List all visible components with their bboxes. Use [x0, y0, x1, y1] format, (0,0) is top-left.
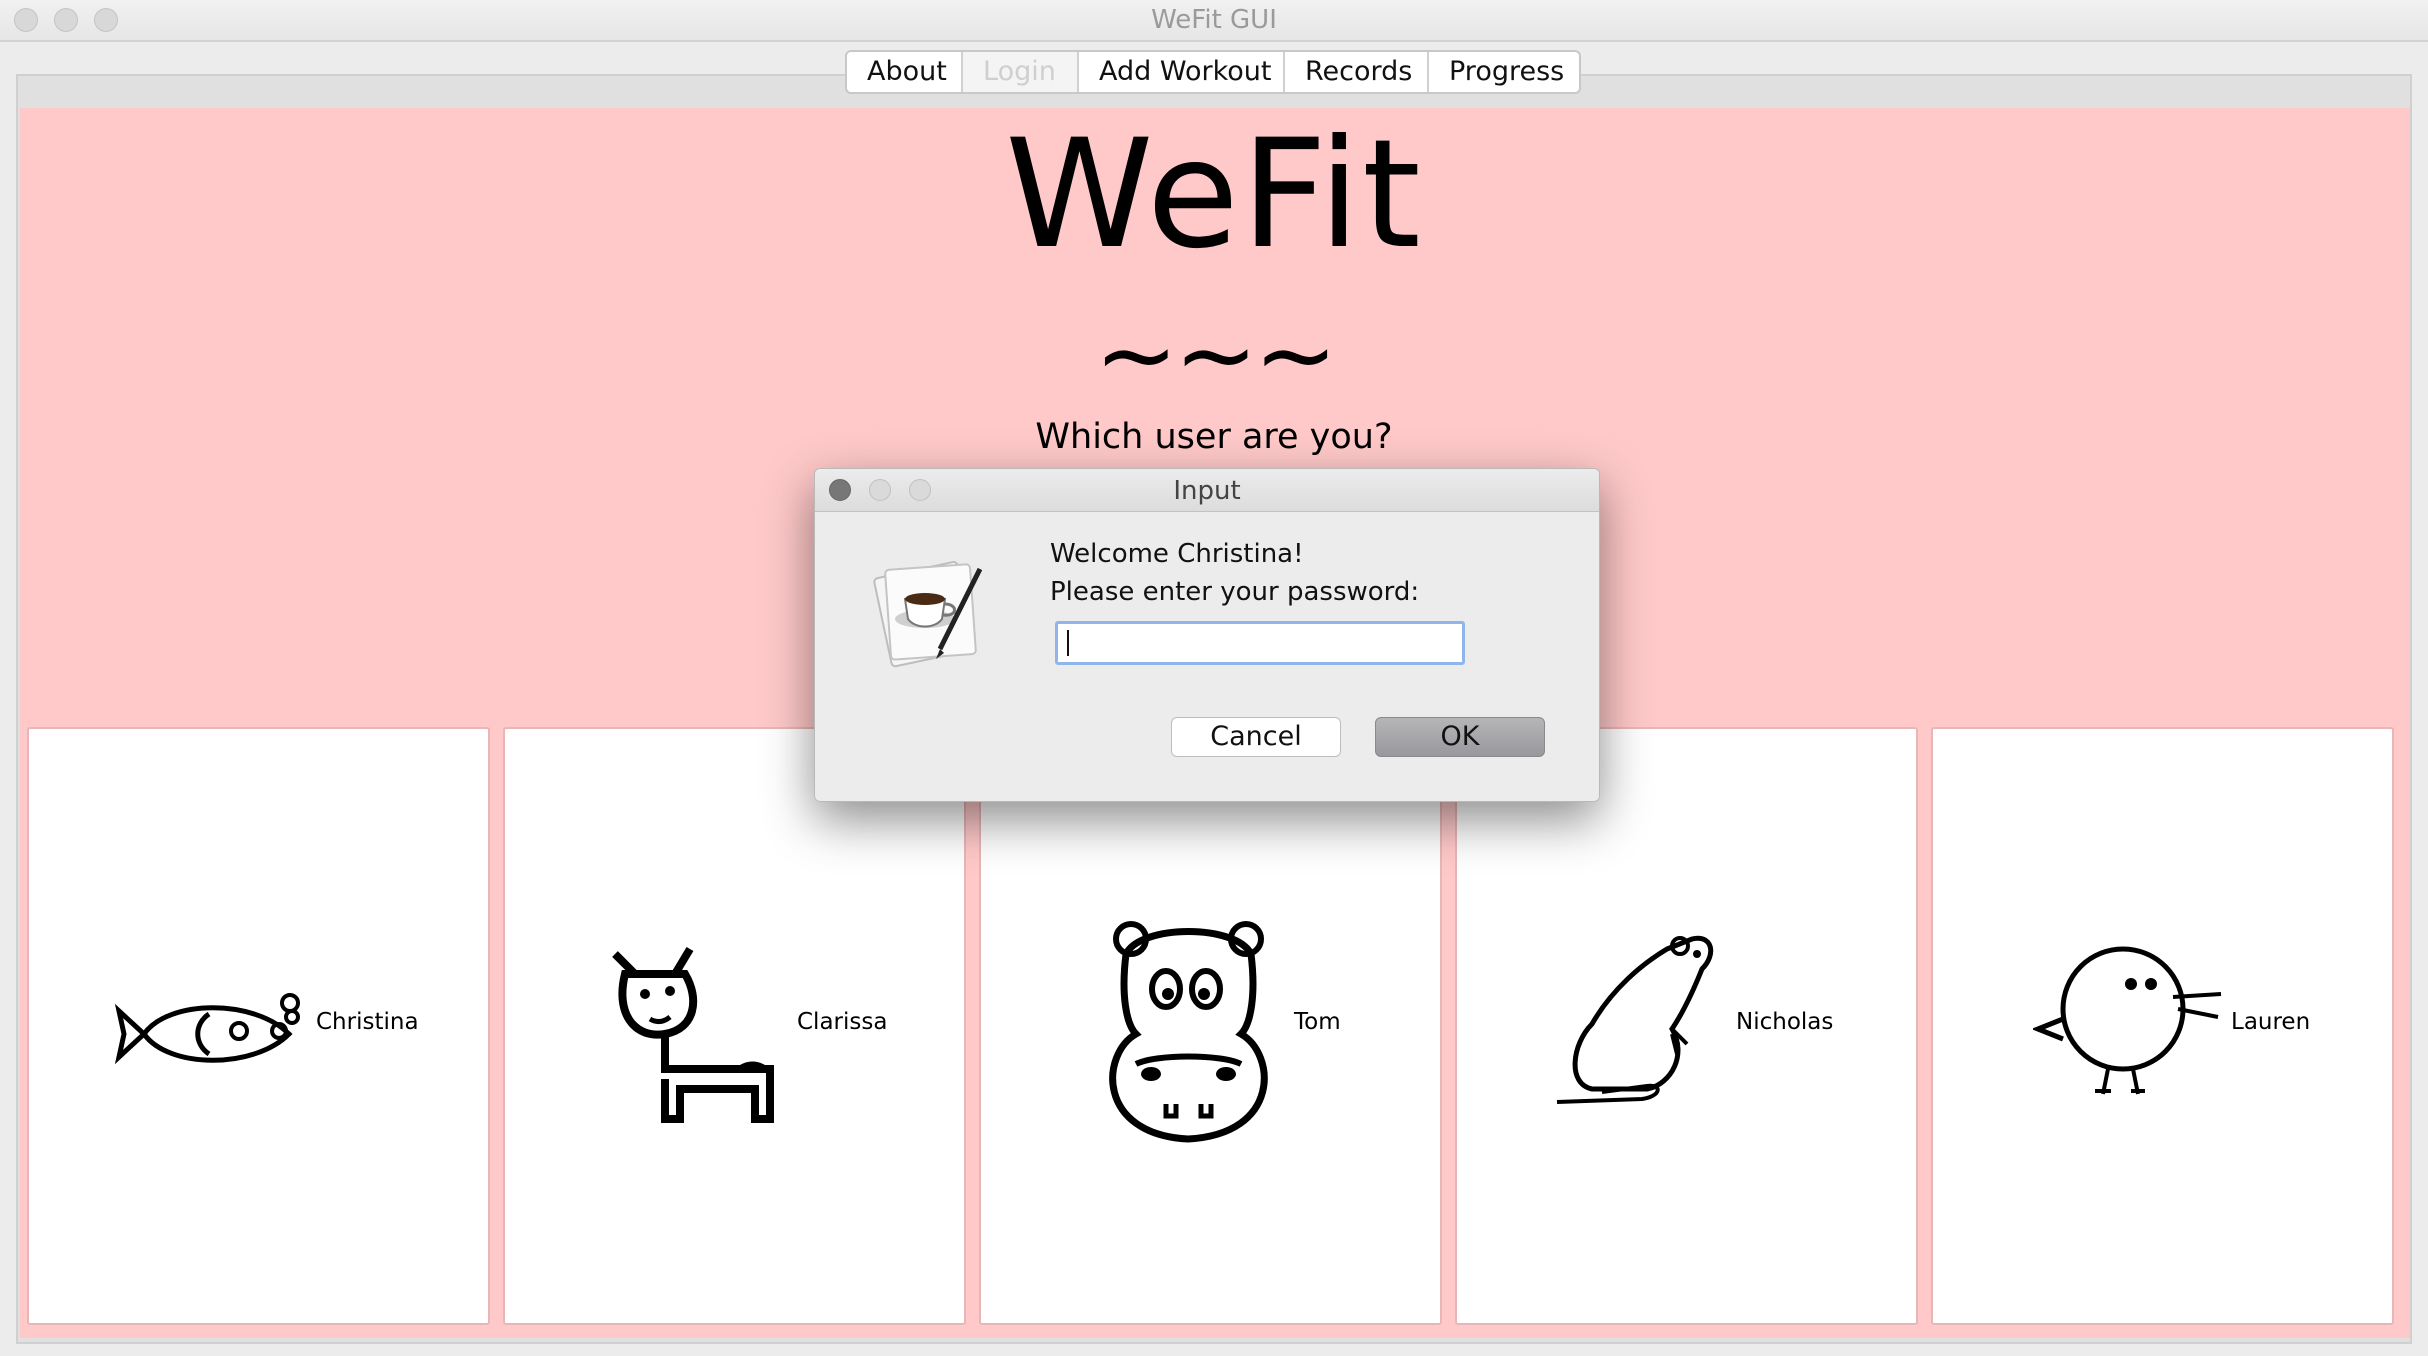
tab-bar: About Login Add Workout Records Progress — [845, 50, 1581, 94]
user-name-clarissa: Clarissa — [797, 1009, 888, 1035]
decorative-divider: ~~~ — [1094, 296, 1337, 413]
user-name-lauren: Lauren — [2231, 1009, 2311, 1035]
app-brand-title: WeFit — [1005, 108, 1423, 282]
tab-add-workout[interactable]: Add Workout — [1079, 52, 1285, 92]
cancel-button[interactable]: Cancel — [1171, 717, 1341, 757]
user-name-tom: Tom — [1294, 1009, 1341, 1035]
password-input-dialog: Input Welcome Christina! Please enter yo… — [814, 468, 1600, 802]
dialog-welcome-text: Welcome Christina! — [1050, 539, 1304, 569]
bird-icon — [2033, 946, 2222, 1095]
user-card-lauren[interactable]: Lauren — [1931, 727, 2394, 1325]
user-name-christina: Christina — [316, 1009, 419, 1035]
rat-icon — [1556, 935, 1714, 1104]
dialog-titlebar: Input — [815, 469, 1599, 512]
tab-progress[interactable]: Progress — [1429, 52, 1579, 92]
giraffe-icon — [612, 946, 774, 1123]
user-card-tom[interactable]: Tom — [979, 727, 1442, 1325]
text-cursor — [1067, 630, 1069, 656]
tab-records[interactable]: Records — [1285, 52, 1429, 92]
dialog-title: Input — [1173, 476, 1241, 506]
user-card-christina[interactable]: Christina — [27, 727, 490, 1325]
user-name-nicholas: Nicholas — [1736, 1009, 1834, 1035]
java-coffee-icon — [873, 560, 983, 668]
user-card-clarissa[interactable]: Clarissa — [503, 727, 966, 1325]
password-field[interactable] — [1055, 621, 1465, 665]
dialog-prompt-text: Please enter your password: — [1050, 577, 1420, 607]
tab-about[interactable]: About — [847, 52, 963, 92]
fish-icon — [114, 993, 300, 1065]
tab-login: Login — [963, 52, 1079, 92]
window-titlebar: WeFit GUI — [0, 0, 2428, 42]
hippo-icon — [1109, 921, 1268, 1143]
user-card-nicholas[interactable]: Nicholas — [1455, 727, 1918, 1325]
ok-button[interactable]: OK — [1375, 717, 1545, 757]
user-prompt: Which user are you? — [1035, 417, 1393, 457]
window-title: WeFit GUI — [1151, 5, 1277, 35]
